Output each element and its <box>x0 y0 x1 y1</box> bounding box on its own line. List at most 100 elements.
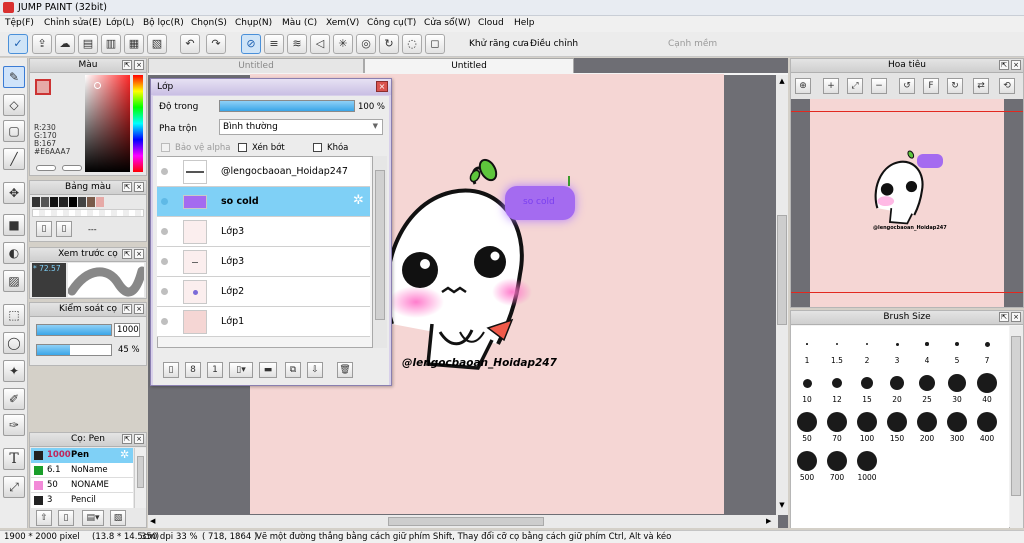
brush-item-noname[interactable]: 6.1 NoName <box>31 463 133 478</box>
menu-edit[interactable]: Chỉnh sửa(E) <box>44 18 101 28</box>
visibility-icon[interactable] <box>161 258 168 265</box>
brush-size-dot[interactable] <box>890 376 904 390</box>
delete-palette-icon[interactable]: ▯ <box>56 221 72 237</box>
vertical-scroll-thumb[interactable] <box>777 215 787 325</box>
new-folder-icon[interactable]: ▬ <box>259 362 277 378</box>
brush-size-slider[interactable] <box>36 324 112 336</box>
menu-filter[interactable]: Bộ lọc(R) <box>143 18 184 28</box>
panel-icon[interactable]: ▤ <box>78 34 98 54</box>
select-eraser-icon[interactable]: ✑ <box>3 414 25 436</box>
flip-icon[interactable]: ⇄ <box>973 78 989 94</box>
curve-ruler-icon[interactable]: ≋ <box>287 34 307 54</box>
detach-icon[interactable]: ⇱ <box>122 182 132 192</box>
brush-size-dot[interactable] <box>806 343 808 345</box>
palette-swatch[interactable] <box>59 197 68 207</box>
menu-cloud[interactable]: Cloud <box>478 18 504 28</box>
menu-help[interactable]: Help <box>514 18 535 28</box>
close-icon[interactable]: × <box>134 182 144 192</box>
merge-down-icon[interactable]: ⇩ <box>307 362 323 378</box>
blend-mode-select[interactable]: Bình thường ▼ <box>219 119 383 135</box>
detach-icon[interactable]: ⇱ <box>122 60 132 70</box>
layer-list-scrollbar[interactable] <box>373 156 387 348</box>
new-layer-icon[interactable]: ▯ <box>163 362 179 378</box>
detach-icon[interactable]: ⇱ <box>999 60 1009 70</box>
add-palette-icon[interactable]: ▯ <box>36 221 52 237</box>
brush-size-input[interactable]: 1000 <box>114 323 140 337</box>
brush-size-dot[interactable] <box>919 375 935 391</box>
navigator-view[interactable]: @lengocbaoan_Hoidap247 <box>791 99 1023 307</box>
menu-tools[interactable]: Công cụ(T) <box>367 18 416 28</box>
close-icon[interactable]: × <box>1011 60 1021 70</box>
palette-swatch[interactable] <box>41 197 50 207</box>
delete-layer-icon[interactable]: 🗑 <box>337 362 353 378</box>
new-layer-1bit-icon[interactable]: 1 <box>207 362 223 378</box>
brush-size-scrollbar[interactable] <box>1010 326 1023 528</box>
ruler-off-icon[interactable]: ⊘ <box>241 34 261 54</box>
redo-icon[interactable]: ↷ <box>206 34 226 54</box>
brush-size-dot[interactable] <box>948 374 966 392</box>
gear-icon[interactable]: ✲ <box>353 193 364 208</box>
reset-view-icon[interactable]: ⟲ <box>999 78 1015 94</box>
color-picker-cursor[interactable] <box>94 82 101 89</box>
upload-brush-icon[interactable]: ⇧ <box>36 510 52 526</box>
close-icon[interactable]: × <box>134 434 144 444</box>
menu-file[interactable]: Tệp(F) <box>5 18 34 28</box>
palette-swatch[interactable] <box>95 197 104 207</box>
saturation-value-box[interactable] <box>85 75 130 172</box>
brush-list-scrollbar[interactable] <box>134 448 146 508</box>
brush-size-scroll-thumb[interactable] <box>1011 336 1021 496</box>
zoom-out-icon[interactable]: − <box>871 78 887 94</box>
lasso-tool-icon[interactable]: ◯ <box>3 332 25 354</box>
visibility-icon[interactable] <box>161 168 168 175</box>
layer-row-signature[interactable]: @lengocbaoan_Hoidap247 <box>157 157 370 187</box>
eraser-tool-icon[interactable]: ◇ <box>3 94 25 116</box>
brush-size-dot[interactable] <box>861 377 873 389</box>
brush-size-dot[interactable] <box>977 373 997 393</box>
palette-swatch[interactable] <box>50 197 59 207</box>
zoom-icon[interactable]: ⊕ <box>795 78 811 94</box>
brush-size-dot[interactable] <box>857 412 877 432</box>
brush-size-dot[interactable] <box>925 342 929 346</box>
fit-icon[interactable]: ⤢ <box>847 78 863 94</box>
scroll-right-icon[interactable]: ▶ <box>766 517 771 525</box>
scroll-left-icon[interactable]: ◀ <box>150 517 155 525</box>
select-pen-icon[interactable]: ✐ <box>3 388 25 410</box>
close-icon[interactable]: × <box>134 304 144 314</box>
brush-opacity-slider[interactable] <box>36 344 112 356</box>
rectangle-tool-icon[interactable]: ▢ <box>3 120 25 142</box>
rotate-left-icon[interactable]: ↺ <box>899 78 915 94</box>
color-mode-toggle-2[interactable] <box>62 165 82 171</box>
brush-menu-icon[interactable]: ▤▾ <box>82 510 104 526</box>
detach-icon[interactable]: ⇱ <box>122 249 132 259</box>
brush-size-dot[interactable] <box>836 343 838 345</box>
brush-size-dot[interactable] <box>827 451 847 471</box>
comment-icon[interactable]: ☁ <box>55 34 75 54</box>
current-color-swatch[interactable] <box>35 79 51 95</box>
menu-select[interactable]: Chọn(S) <box>191 18 227 28</box>
brush-size-dot[interactable] <box>802 378 812 388</box>
layer-opacity-slider[interactable] <box>219 100 355 112</box>
menu-view[interactable]: Xem(V) <box>326 18 359 28</box>
loop-icon[interactable]: ↻ <box>379 34 399 54</box>
brush-size-dot[interactable] <box>827 412 847 432</box>
layer-scroll-thumb[interactable] <box>375 170 385 320</box>
brush-size-dot[interactable] <box>865 342 869 346</box>
brush-size-dot[interactable] <box>832 378 842 388</box>
circle-ruler-icon[interactable]: ◌ <box>402 34 422 54</box>
brush-size-dot[interactable] <box>977 412 997 432</box>
menu-color[interactable]: Màu (C) <box>282 18 317 28</box>
brush-item-noname-2[interactable]: 50 NONAME <box>31 478 133 493</box>
close-icon[interactable]: × <box>376 81 388 92</box>
brush-size-dot[interactable] <box>955 342 959 346</box>
fit-window-icon[interactable]: F <box>923 78 939 94</box>
scroll-down-icon[interactable]: ▼ <box>777 501 787 511</box>
perspective-icon[interactable]: ◁ <box>310 34 330 54</box>
grid-icon[interactable]: ▦ <box>124 34 144 54</box>
scroll-up-icon[interactable]: ▲ <box>777 77 787 87</box>
lock-checkbox[interactable] <box>313 143 322 152</box>
visibility-icon[interactable] <box>161 288 168 295</box>
visibility-icon[interactable] <box>161 228 168 235</box>
brush-size-dot[interactable] <box>857 451 877 471</box>
detach-icon[interactable]: ⇱ <box>122 434 132 444</box>
brush-size-dot[interactable] <box>917 412 937 432</box>
